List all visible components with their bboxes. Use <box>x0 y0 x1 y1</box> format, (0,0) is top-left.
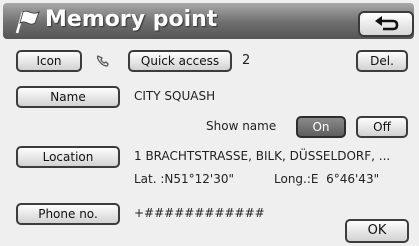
phone-icon <box>96 55 109 67</box>
show-name-label: Show name <box>206 119 277 133</box>
location-button[interactable]: Location <box>16 146 120 168</box>
back-button[interactable] <box>358 11 414 37</box>
show-name-on-button[interactable]: On <box>296 116 346 138</box>
title-bar: Memory point <box>3 3 414 39</box>
phone-number-value: +############ <box>134 206 265 220</box>
delete-button[interactable]: Del. <box>356 50 408 72</box>
ok-button[interactable]: OK <box>345 219 409 243</box>
longitude-value: Long.:E 6°46'43" <box>274 172 380 186</box>
quick-access-button[interactable]: Quick access <box>128 50 232 72</box>
address-value: 1 BRACHTSTRASSE, BILK, DÜSSELDORF, ... <box>134 149 391 163</box>
phone-number-button[interactable]: Phone no. <box>16 203 120 225</box>
quick-access-value: 2 <box>242 53 251 68</box>
memory-point-screen: Memory point Icon Quick access 2 Del. Na… <box>0 0 419 246</box>
return-arrow-icon <box>375 16 399 31</box>
icon-button[interactable]: Icon <box>16 50 82 72</box>
name-value: CITY SQUASH <box>134 89 216 103</box>
latitude-value: Lat. :N51°12'30" <box>134 172 235 186</box>
flag-icon <box>15 10 40 34</box>
show-name-off-button[interactable]: Off <box>356 116 408 138</box>
page-title: Memory point <box>45 7 218 32</box>
name-button[interactable]: Name <box>16 86 120 108</box>
